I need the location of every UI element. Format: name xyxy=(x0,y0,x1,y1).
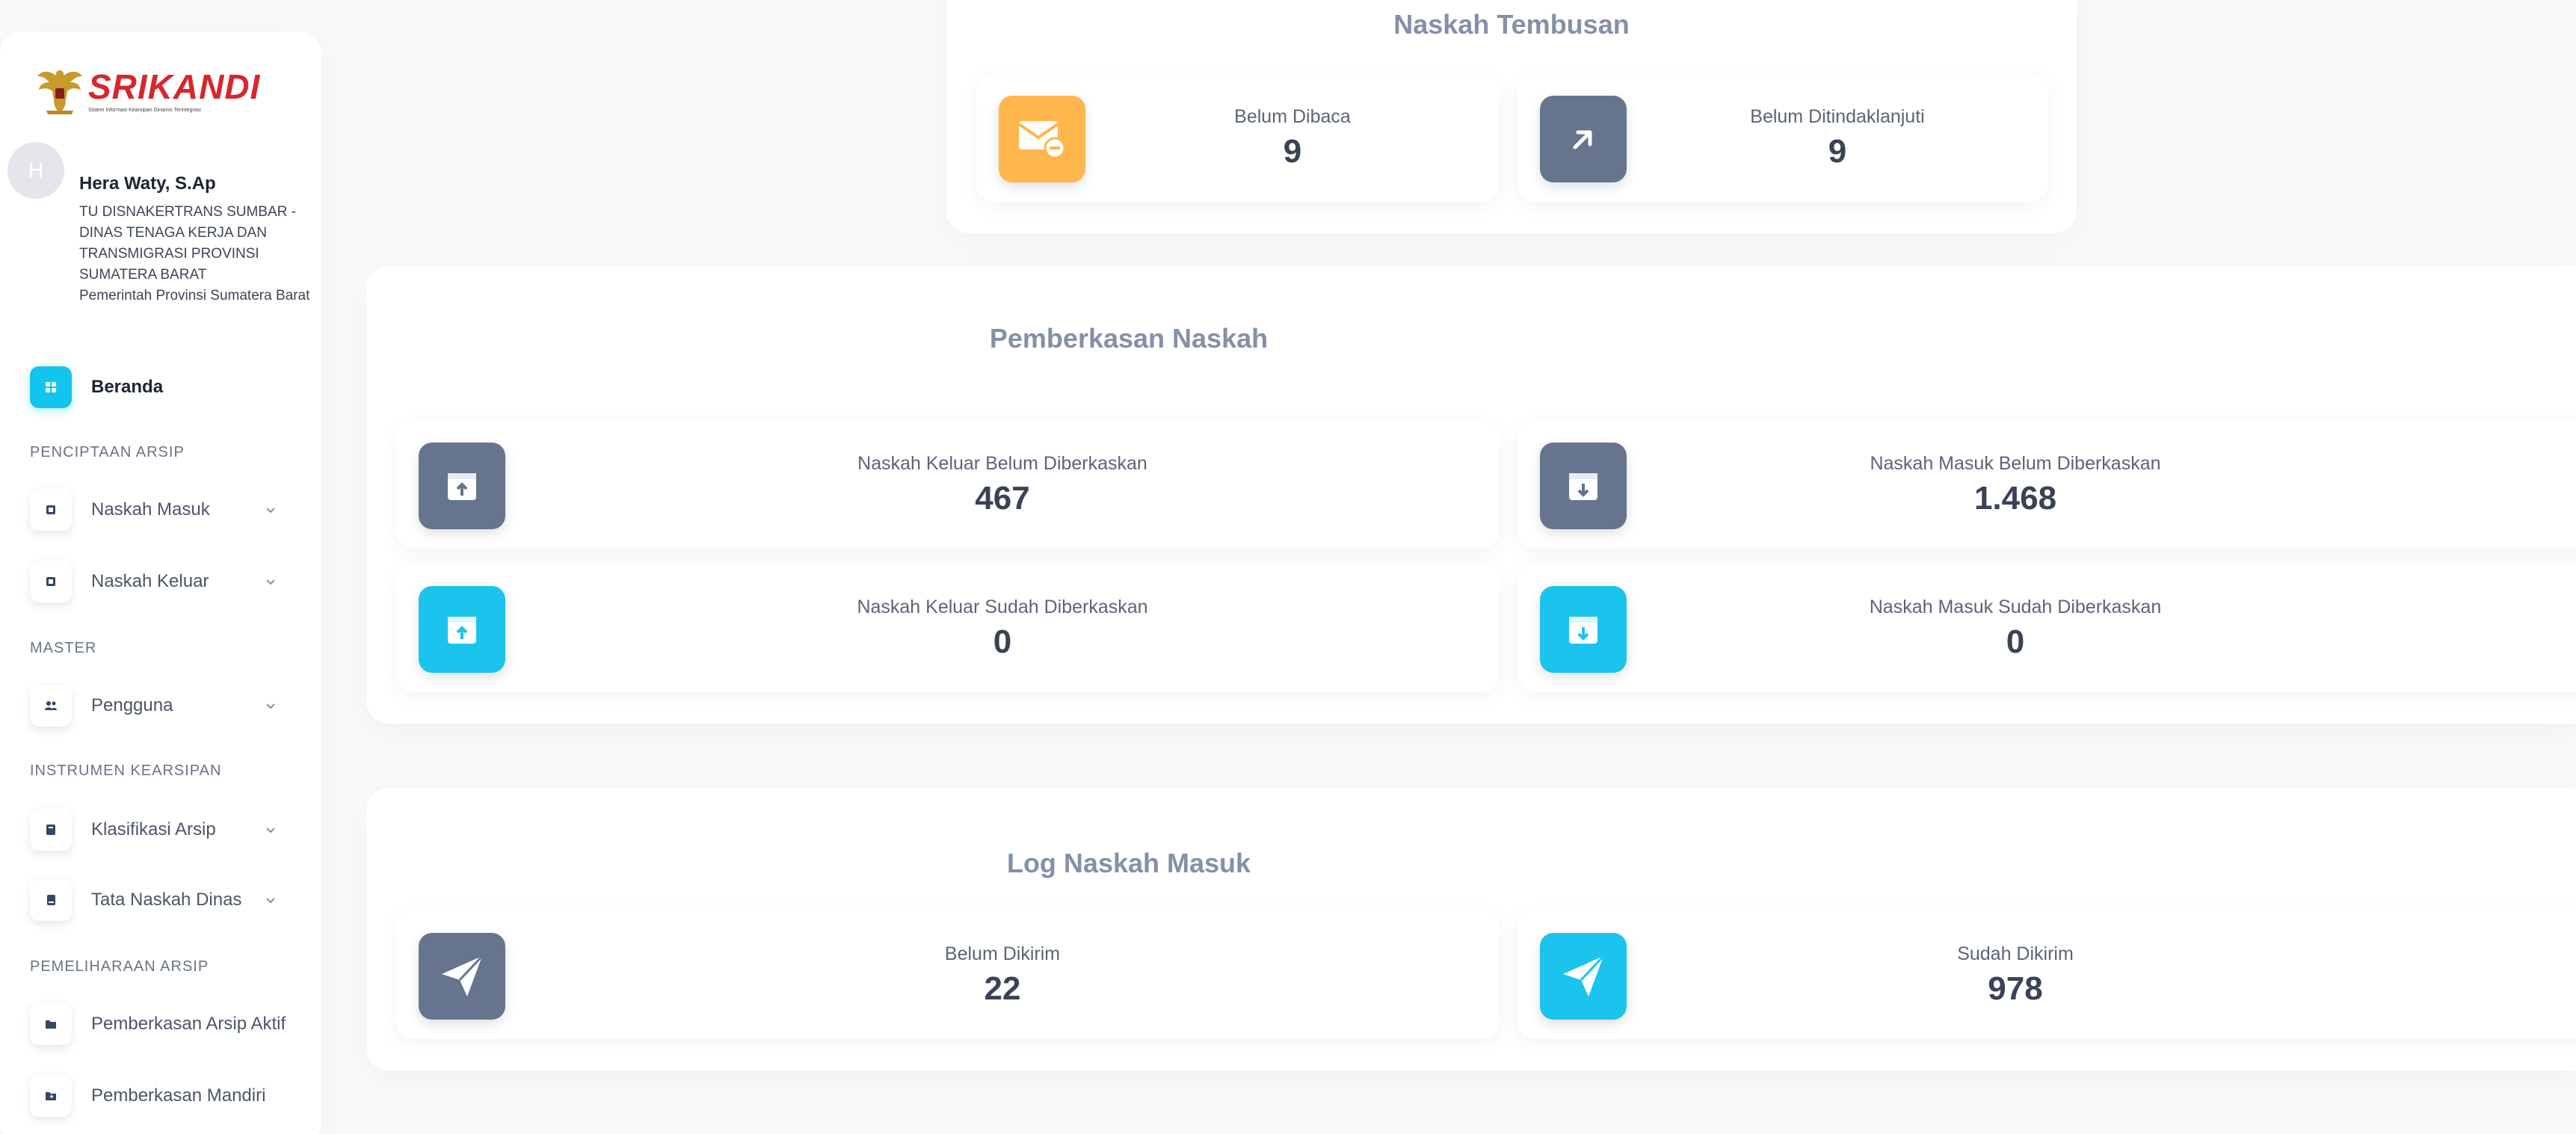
stat-label: Naskah Masuk Belum Diberkaskan xyxy=(1870,453,2161,474)
panel-title: Pemberkasan Naskah xyxy=(989,323,1269,354)
stat-icon-box xyxy=(419,443,505,529)
stat-label: Sudah Dikirim xyxy=(1957,943,2074,964)
stat-belum-dibaca[interactable]: Belum Dibaca 9 xyxy=(976,73,1500,202)
logo-subtitle: Sistem Informasi Kearsipan Dinamis Terin… xyxy=(88,107,201,113)
stat-value: 9 xyxy=(1828,133,1847,170)
chevron-down-icon[interactable] xyxy=(263,502,278,517)
stat-label: Naskah Keluar Sudah Diberkaskan xyxy=(857,597,1148,617)
panel-pemberkasan-naskah: Pemberkasan Naskah Naskah Keluar Belum D… xyxy=(366,266,2576,724)
stat-value: 22 xyxy=(984,970,1021,1007)
sidebar-item-pengguna[interactable]: Pengguna xyxy=(30,683,306,728)
user-unit: TU DISNAKERTRANS SUMBAR - DINAS TENAGA K… xyxy=(79,202,311,306)
archive-box-icon xyxy=(46,825,55,835)
sidebar-item-label: Pemberkasan Arsip Aktif xyxy=(91,1014,286,1034)
sidebar-item-naskah-masuk[interactable]: Naskah Masuk xyxy=(30,487,306,532)
nav-icon-box xyxy=(30,1075,72,1117)
section-instrumen-kearsipan: INSTRUMEN KEARSIPAN xyxy=(30,762,222,779)
section-master: MASTER xyxy=(30,640,97,656)
stat-icon-box xyxy=(999,96,1085,182)
archive-down-icon xyxy=(1569,473,1597,500)
srikandi-logo[interactable]: SRIKANDI Sistem Informasi Kearsipan Dina… xyxy=(36,64,260,117)
user-unit-name: TU DISNAKERTRANS SUMBAR - DINAS TENAGA K… xyxy=(79,204,296,283)
inbox-icon xyxy=(46,505,55,514)
chevron-down-icon[interactable] xyxy=(263,822,278,837)
panel-title: Log Naskah Masuk xyxy=(1006,848,1251,878)
stat-naskah-masuk-belum-diberkaskan[interactable]: Naskah Masuk Belum Diberkaskan 1.468 xyxy=(1517,420,2576,549)
user-name: Hera Waty, S.Ap xyxy=(79,173,216,194)
avatar[interactable]: H xyxy=(7,142,64,199)
panel-log-naskah-masuk: Log Naskah Masuk Belum Dikirim 22 Sudah … xyxy=(366,788,2576,1070)
stat-belum-dikirim[interactable]: Belum Dikirim 22 xyxy=(396,910,1500,1039)
logo-title: SRIKANDI xyxy=(88,67,261,106)
sidebar-item-pemberkasan-arsip-aktif[interactable]: Pemberkasan Arsip Aktif xyxy=(30,1002,306,1047)
garuda-emblem-icon xyxy=(37,70,82,114)
arrow-up-right-icon xyxy=(1573,130,1592,150)
folder-icon xyxy=(46,1020,56,1029)
sidebar-item-label: Pengguna xyxy=(91,695,173,715)
nav-icon-box xyxy=(30,809,72,851)
nav-icon-box xyxy=(30,561,72,603)
stat-value: 0 xyxy=(2006,623,2025,660)
sidebar-item-label: Tata Naskah Dinas xyxy=(91,890,242,910)
archive-up-icon xyxy=(448,617,476,644)
stat-value: 467 xyxy=(975,480,1030,517)
stat-icon-box xyxy=(419,586,505,673)
sidebar-item-beranda[interactable]: Beranda xyxy=(30,365,306,410)
stat-label: Belum Dikirim xyxy=(944,943,1061,964)
mail-unread-icon xyxy=(1017,121,1066,159)
chevron-down-icon[interactable] xyxy=(263,698,278,713)
stat-naskah-keluar-belum-diberkaskan[interactable]: Naskah Keluar Belum Diberkaskan 467 xyxy=(396,420,1500,549)
stat-value: 1.468 xyxy=(1973,480,2057,517)
stat-label: Belum Ditindaklanjuti xyxy=(1750,106,1925,127)
paper-plane-icon xyxy=(442,955,484,996)
nav-icon-box xyxy=(30,685,72,727)
nav-icon-box xyxy=(30,1003,72,1045)
stat-value: 9 xyxy=(1283,133,1302,170)
stat-icon-box xyxy=(1540,443,1627,529)
archive-down-icon xyxy=(1569,617,1597,644)
section-penciptaan-arsip: PENCIPTAAN ARSIP xyxy=(30,444,185,460)
sidebar-item-label: Naskah Masuk xyxy=(91,499,210,520)
stat-naskah-keluar-sudah-diberkaskan[interactable]: Naskah Keluar Sudah Diberkaskan 0 xyxy=(396,564,1500,692)
stat-icon-box xyxy=(419,933,505,1020)
user-organization: Pemerintah Provinsi Sumatera Barat xyxy=(79,288,310,303)
stat-naskah-masuk-sudah-diberkaskan[interactable]: Naskah Masuk Sudah Diberkaskan 0 xyxy=(1517,564,2576,692)
stat-label: Belum Dibaca xyxy=(1234,106,1351,127)
grid-icon xyxy=(46,382,56,392)
paper-plane-icon xyxy=(1563,955,1605,996)
stat-icon-box xyxy=(1540,933,1627,1020)
nav-icon-box xyxy=(30,489,72,531)
users-icon xyxy=(45,701,57,710)
nav-icon-box xyxy=(30,879,72,921)
sidebar-item-label: Beranda xyxy=(91,377,164,397)
folder-plus-icon xyxy=(46,1092,56,1100)
outbox-icon xyxy=(46,577,55,586)
chevron-down-icon[interactable] xyxy=(263,574,278,589)
stat-value: 0 xyxy=(993,623,1012,660)
sidebar-item-label: Naskah Keluar xyxy=(91,571,209,591)
stat-label: Naskah Keluar Belum Diberkaskan xyxy=(857,453,1147,474)
sidebar-item-label: Klasifikasi Arsip xyxy=(91,819,216,839)
stat-belum-ditindaklanjuti[interactable]: Belum Ditindaklanjuti 9 xyxy=(1517,73,2048,202)
sidebar-item-naskah-keluar[interactable]: Naskah Keluar xyxy=(30,559,306,604)
archive-up-icon xyxy=(448,473,476,500)
sidebar-item-tata-naskah-dinas[interactable]: Tata Naskah Dinas xyxy=(30,878,306,922)
stat-icon-box xyxy=(1540,96,1627,182)
panel-naskah-tembusan: Naskah Tembusan Belum Dibaca 9 Belum Dit… xyxy=(946,0,2077,233)
stat-sudah-dikirim[interactable]: Sudah Dikirim 978 xyxy=(1517,910,2576,1039)
chevron-down-icon[interactable] xyxy=(263,893,278,907)
sidebar-item-pemberkasan-mandiri[interactable]: Pemberkasan Mandiri xyxy=(30,1073,306,1118)
nav-icon-box xyxy=(30,366,72,408)
book-icon xyxy=(47,895,55,905)
sidebar-item-klasifikasi-arsip[interactable]: Klasifikasi Arsip xyxy=(30,807,306,852)
stat-value: 978 xyxy=(1988,970,2043,1007)
sidebar-item-label: Pemberkasan Mandiri xyxy=(91,1085,266,1106)
section-pemeliharaan-arsip: PEMELIHARAAN ARSIP xyxy=(30,958,209,975)
stat-label: Naskah Masuk Sudah Diberkaskan xyxy=(1869,597,2162,617)
panel-title: Naskah Tembusan xyxy=(1393,9,1630,40)
stat-icon-box xyxy=(1540,586,1627,673)
